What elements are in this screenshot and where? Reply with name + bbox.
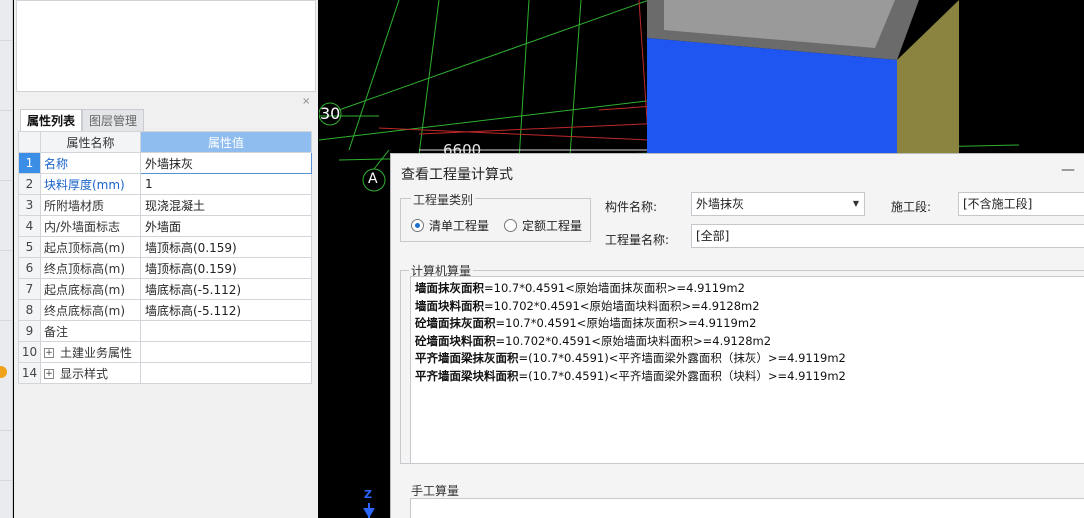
formula-term: 平齐墙面梁块料面积 <box>415 368 519 383</box>
manual-calc-legend: 手工算量 <box>409 482 462 499</box>
chevron-down-icon[interactable]: ▼ <box>853 193 859 215</box>
radio-label: 清单工程量 <box>429 219 490 233</box>
component-name-select[interactable]: 外墙抹灰 ▼ <box>691 192 865 216</box>
formula-term: 墙面抹灰面积 <box>415 281 484 295</box>
radio-selected-icon[interactable] <box>411 219 424 232</box>
formula-line: 砼墙面抹灰面积=10.7*0.4591<原始墙面抹灰面积>=4.9119m2 <box>415 315 1084 333</box>
formula-term: 平齐墙面梁抹灰面积 <box>415 351 519 365</box>
formula-line: 墙面块料面积=10.702*0.4591<原始墙面块料面积>=4.9128m2 <box>415 298 1084 316</box>
formula-term: 砼墙面抹灰面积 <box>415 316 496 330</box>
formula-expression: =10.702*0.4591<原始墙面块料面积>=4.9128m2 <box>495 333 772 348</box>
formula-expression: =(10.7*0.4591)<平齐墙面梁外露面积（块料）>=4.9119m2 <box>518 368 846 383</box>
radio-bill-quantity[interactable]: 清单工程量 <box>411 217 489 234</box>
dialog-title: 查看工程量计算式 <box>401 167 513 183</box>
formula-expression: =10.7*0.4591<原始墙面抹灰面积>=4.9119m2 <box>495 316 757 330</box>
minimize-icon[interactable]: — <box>1061 162 1075 178</box>
quantity-name-value: [全部] <box>696 229 730 243</box>
formula-term: 墙面块料面积 <box>415 298 484 313</box>
quantity-name-label: 工程量名称: <box>605 233 670 247</box>
quantity-type-legend: 工程量类别 <box>411 191 476 208</box>
stage-value: [不含施工段] <box>963 197 1033 211</box>
formula-expression: =10.7*0.4591<原始墙面抹灰面积>=4.9119m2 <box>484 281 745 295</box>
component-name-value: 外墙抹灰 <box>696 197 745 211</box>
quantity-name-select[interactable]: [全部] <box>691 224 1084 248</box>
radio-label: 定额工程量 <box>522 219 583 233</box>
formula-dialog: 查看工程量计算式 — 工程量类别 清单工程量 定额工程量 构件名称: 外墙抹灰 … <box>390 153 1084 518</box>
radio-quota-quantity[interactable]: 定额工程量 <box>504 217 582 234</box>
formula-line: 砼墙面块料面积=10.702*0.4591<原始墙面块料面积>=4.9128m2 <box>415 333 1084 351</box>
component-name-label: 构件名称: <box>605 200 658 214</box>
stage-select[interactable]: [不含施工段] <box>958 192 1084 216</box>
formula-expression: =10.702*0.4591<原始墙面块料面积>=4.9128m2 <box>484 298 760 313</box>
formula-line: 平齐墙面梁抹灰面积=(10.7*0.4591)<平齐墙面梁外露面积（抹灰）>=4… <box>415 350 1084 368</box>
radio-unselected-icon[interactable] <box>504 219 517 232</box>
formula-line: 墙面抹灰面积=10.7*0.4591<原始墙面抹灰面积>=4.9119m2 <box>415 280 1084 298</box>
formula-term: 砼墙面块料面积 <box>415 333 496 348</box>
formula-expression: =(10.7*0.4591)<平齐墙面梁外露面积（抹灰）>=4.9119m2 <box>518 351 846 365</box>
stage-label: 施工段: <box>891 200 932 214</box>
formula-text-area[interactable]: 墙面抹灰面积=10.7*0.4591<原始墙面抹灰面积>=4.9119m2 墙面… <box>410 276 1084 464</box>
manual-calc-input[interactable] <box>410 498 1084 518</box>
formula-line: 平齐墙面梁块料面积=(10.7*0.4591)<平齐墙面梁外露面积（块料）>=4… <box>415 368 1084 386</box>
